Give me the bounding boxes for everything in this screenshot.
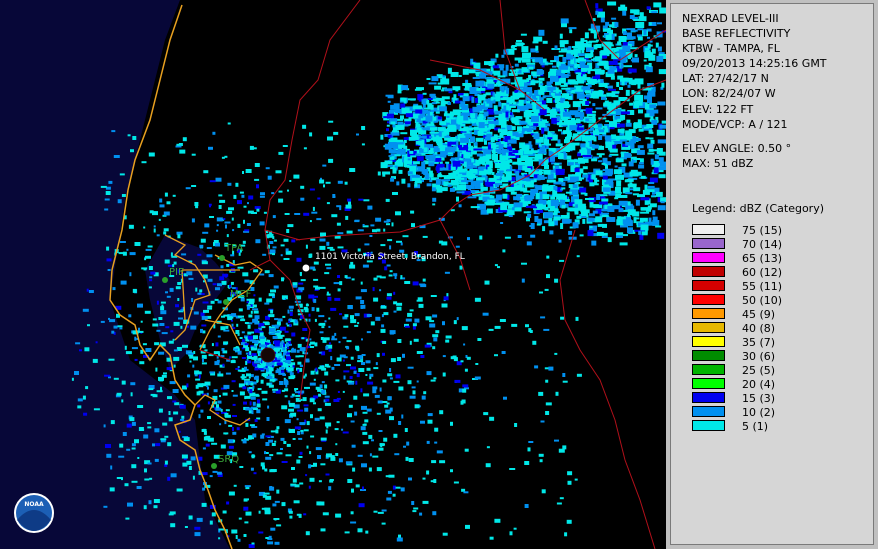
noaa-logo: NOAA (14, 493, 54, 533)
station-elevation: ELEV: 122 FT (682, 102, 754, 116)
legend-swatch (692, 280, 725, 291)
city-marker-mcf (223, 299, 229, 305)
legend-swatch (692, 406, 725, 417)
station-longitude: LON: 82/24/07 W (682, 87, 776, 101)
product-name: NEXRAD LEVEL-III (682, 12, 779, 25)
station-name: KTBW - TAMPA, FL (682, 42, 780, 56)
legend-label: 60 (12) (742, 266, 783, 279)
legend-swatch (692, 266, 725, 277)
legend-swatch (692, 420, 725, 431)
city-label-srq: SRQ (218, 454, 239, 465)
legend-swatch (692, 308, 725, 319)
city-label-mcf: MCF (230, 289, 252, 300)
legend-swatch (692, 350, 725, 361)
legend-label: 25 (5) (742, 364, 776, 377)
legend-label: 65 (13) (742, 252, 783, 265)
legend-swatch (692, 238, 725, 249)
legend-swatch (692, 392, 725, 403)
legend-label: 75 (15) (742, 224, 783, 237)
legend-swatch (692, 252, 725, 263)
legend-swatch (692, 336, 725, 347)
legend-label: 70 (14) (742, 238, 783, 251)
legend-label: 10 (2) (742, 406, 776, 419)
product-type: BASE REFLECTIVITY (682, 27, 791, 41)
city-marker-pie (162, 277, 168, 283)
legend-swatch (692, 322, 725, 333)
city-label-tpa: TPA (224, 243, 243, 254)
address-label: 1101 Victoria Street, Brandon, FL (315, 252, 465, 262)
city-marker-srq (211, 463, 217, 469)
legend-label: 35 (7) (742, 336, 776, 349)
radar-map[interactable]: TPA PIE MCF SRQ 1101 Victoria Street, Br… (0, 0, 666, 549)
legend-label: 50 (10) (742, 294, 783, 307)
legend-label: 15 (3) (742, 392, 776, 405)
radar-map-canvas: TPA PIE MCF SRQ 1101 Victoria Street, Br… (0, 0, 666, 549)
legend-label: 45 (9) (742, 308, 776, 321)
legend-label: 5 (1) (742, 420, 769, 433)
city-label-pie: PIE (169, 267, 184, 278)
mode-vcp: MODE/VCP: A / 121 (682, 117, 788, 131)
radar-site-marker (260, 347, 276, 363)
max-reflectivity: MAX: 51 dBZ (682, 156, 754, 170)
legend-label: 40 (8) (742, 322, 776, 335)
legend-swatch (692, 294, 725, 305)
city-marker-tpa (219, 255, 225, 261)
legend-label: 55 (11) (742, 280, 783, 293)
legend-swatch (692, 378, 725, 389)
elevation-angle: ELEV ANGLE: 0.50 ° (682, 141, 792, 155)
address-marker[interactable] (302, 264, 310, 272)
info-panel: NEXRAD LEVEL-III BASE REFLECTIVITY KTBW … (670, 3, 874, 545)
legend-label: 30 (6) (742, 350, 776, 363)
svg-text:NOAA: NOAA (24, 501, 44, 508)
legend-swatch (692, 364, 725, 375)
legend-swatch (692, 224, 725, 235)
scan-datetime: 09/20/2013 14:25:16 GMT (682, 57, 827, 71)
legend-label: 20 (4) (742, 378, 776, 391)
legend-title: Legend: dBZ (Category) (692, 202, 824, 215)
station-latitude: LAT: 27/42/17 N (682, 72, 769, 86)
